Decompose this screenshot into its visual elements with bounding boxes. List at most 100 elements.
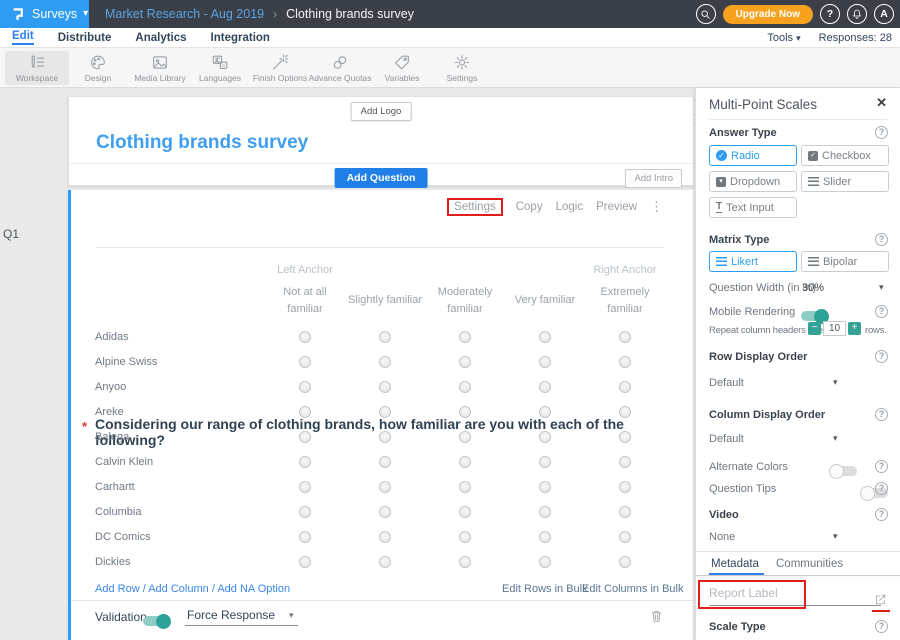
chevron-down-icon[interactable]: ▾ [833, 377, 838, 388]
answer-type-checkbox[interactable]: ✓ Checkbox [801, 145, 889, 166]
answer-type-slider[interactable]: Slider [801, 171, 889, 192]
validation-type-dropdown[interactable]: Force Response ▾ [185, 608, 298, 626]
row-label[interactable]: DC Comics [95, 531, 265, 543]
toolbar-item-advance-quotas[interactable]: Advance Quotas [308, 51, 372, 85]
breadcrumb-folder[interactable]: Market Research - Aug 2019 [105, 7, 264, 21]
notifications-button[interactable] [847, 4, 867, 24]
radio-button[interactable] [619, 531, 631, 543]
radio-button[interactable] [539, 481, 551, 493]
radio-button[interactable] [379, 331, 391, 343]
close-icon[interactable]: ✕ [876, 95, 887, 111]
row-label[interactable]: Calvin Klein [95, 456, 265, 468]
add-column-link[interactable]: Add Column [148, 583, 209, 595]
nav-item-analytics[interactable]: Analytics [135, 32, 186, 44]
radio-button[interactable] [619, 556, 631, 568]
radio-button[interactable] [379, 356, 391, 368]
minus-stepper-button[interactable]: − [808, 322, 821, 335]
toolbar-item-finish-options[interactable]: Finish Options [248, 51, 312, 85]
repeat-headers-value[interactable]: 10 [823, 321, 846, 336]
help-icon[interactable]: ? [875, 620, 888, 633]
row-label[interactable]: Carhartt [95, 481, 265, 493]
help-icon[interactable]: ? [875, 460, 888, 473]
radio-button[interactable] [379, 456, 391, 468]
chevron-down-icon[interactable]: ▾ [879, 282, 884, 293]
alternate-colors-toggle[interactable] [831, 466, 857, 476]
radio-button[interactable] [379, 406, 391, 418]
toolbar-item-settings[interactable]: Settings [430, 51, 494, 85]
radio-button[interactable] [299, 431, 311, 443]
edit-rows-bulk-link[interactable]: Edit Rows in Bulk [502, 583, 588, 595]
row-label[interactable]: Balega [95, 431, 265, 443]
radio-button[interactable] [539, 506, 551, 518]
question-preview-link[interactable]: Preview [596, 201, 637, 213]
question-copy-link[interactable]: Copy [516, 201, 543, 213]
help-icon[interactable]: ? [875, 508, 888, 521]
help-icon[interactable]: ? [875, 482, 888, 495]
avatar[interactable]: A [874, 4, 894, 24]
add-na-option-link[interactable]: Add NA Option [217, 583, 290, 595]
search-button[interactable] [696, 4, 716, 24]
toolbar-item-workspace[interactable]: Workspace [5, 51, 69, 85]
radio-button[interactable] [459, 456, 471, 468]
help-icon[interactable]: ? [875, 126, 888, 139]
radio-button[interactable] [299, 506, 311, 518]
answer-type-text-input[interactable]: T Text Input [709, 197, 797, 218]
radio-button[interactable] [619, 331, 631, 343]
video-value[interactable]: None [709, 531, 735, 543]
brand-menu[interactable]: Surveys ▾ [0, 0, 89, 28]
radio-button[interactable] [459, 406, 471, 418]
radio-button[interactable] [379, 481, 391, 493]
radio-button[interactable] [299, 481, 311, 493]
radio-button[interactable] [379, 531, 391, 543]
radio-button[interactable] [459, 356, 471, 368]
nav-item-integration[interactable]: Integration [211, 32, 270, 44]
radio-button[interactable] [459, 381, 471, 393]
radio-button[interactable] [539, 356, 551, 368]
chevron-down-icon[interactable]: ▾ [833, 433, 838, 444]
row-label[interactable]: Columbia [95, 506, 265, 518]
radio-button[interactable] [379, 431, 391, 443]
radio-button[interactable] [619, 381, 631, 393]
answer-type-radio[interactable]: ✓ Radio [709, 145, 797, 166]
radio-button[interactable] [459, 531, 471, 543]
report-label-input[interactable] [709, 586, 881, 606]
row-label[interactable]: Dickies [95, 556, 265, 568]
radio-button[interactable] [459, 556, 471, 568]
row-display-order-value[interactable]: Default [709, 377, 744, 389]
chevron-down-icon[interactable]: ▾ [833, 531, 838, 542]
radio-button[interactable] [619, 456, 631, 468]
more-options-icon[interactable]: ⋮ [650, 199, 663, 215]
nav-item-edit[interactable]: Edit [12, 30, 34, 45]
toolbar-item-design[interactable]: Design [66, 51, 130, 85]
upgrade-now-button[interactable]: Upgrade Now [723, 5, 813, 24]
radio-button[interactable] [299, 556, 311, 568]
matrix-type-bipolar[interactable]: Bipolar [801, 251, 889, 272]
answer-type-dropdown[interactable]: ▾ Dropdown [709, 171, 797, 192]
nav-item-distribute[interactable]: Distribute [58, 32, 112, 44]
radio-button[interactable] [539, 406, 551, 418]
toolbar-item-media-library[interactable]: Media Library [128, 51, 192, 85]
radio-button[interactable] [619, 356, 631, 368]
matrix-type-likert[interactable]: Likert [709, 251, 797, 272]
radio-button[interactable] [299, 406, 311, 418]
radio-button[interactable] [299, 381, 311, 393]
row-label[interactable]: Anyoo [95, 381, 265, 393]
radio-button[interactable] [619, 506, 631, 518]
tab-metadata[interactable]: Metadata [711, 558, 759, 570]
toolbar-item-languages[interactable]: A Languages [188, 51, 252, 85]
tools-menu[interactable]: Tools ▾ [767, 32, 800, 44]
row-label[interactable]: Areke [95, 406, 265, 418]
radio-button[interactable] [379, 381, 391, 393]
radio-button[interactable] [539, 431, 551, 443]
radio-button[interactable] [299, 531, 311, 543]
delete-question-button[interactable] [649, 608, 664, 629]
radio-button[interactable] [539, 456, 551, 468]
radio-button[interactable] [619, 481, 631, 493]
radio-button[interactable] [299, 356, 311, 368]
radio-button[interactable] [299, 456, 311, 468]
radio-button[interactable] [459, 506, 471, 518]
row-label[interactable]: Alpine Swiss [95, 356, 265, 368]
tab-communities[interactable]: Communities [776, 558, 843, 570]
radio-button[interactable] [619, 406, 631, 418]
validation-toggle[interactable] [143, 616, 169, 626]
